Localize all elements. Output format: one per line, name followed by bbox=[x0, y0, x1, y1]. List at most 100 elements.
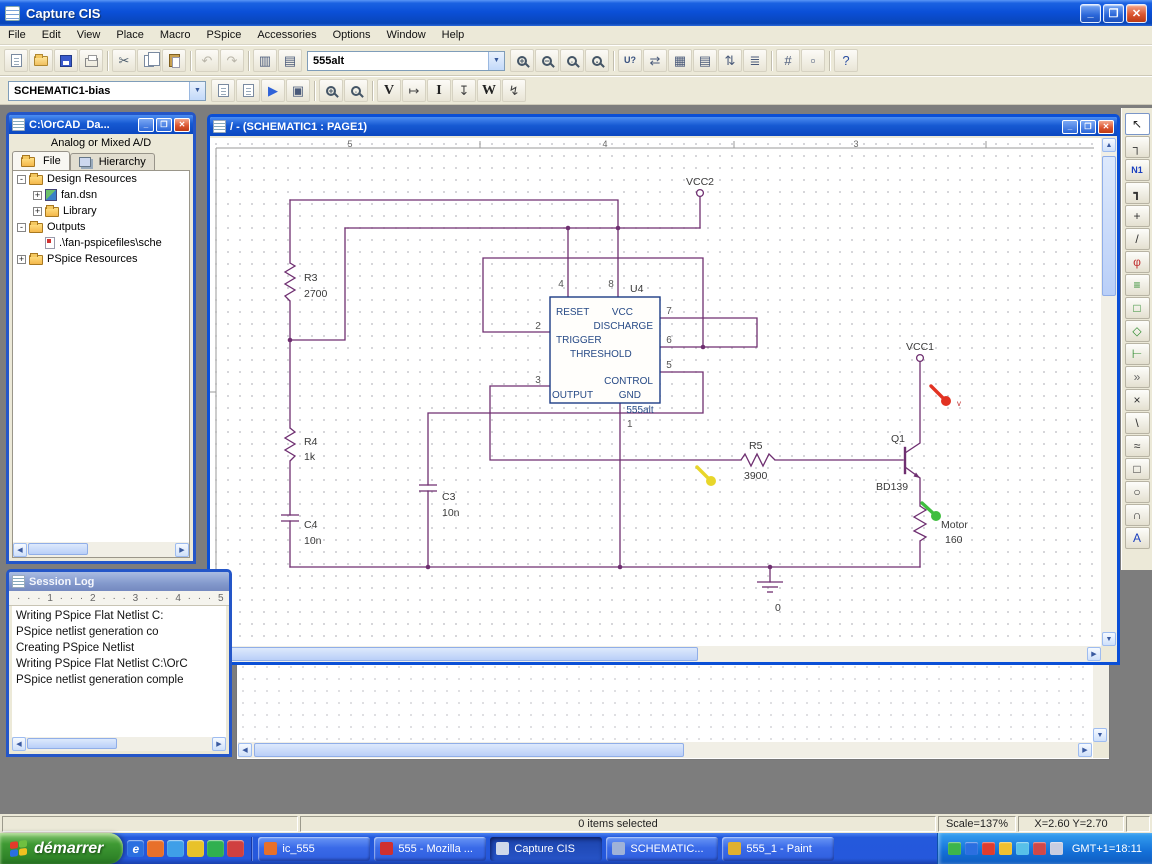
scroll-down-arrow[interactable]: ▼ bbox=[1093, 728, 1107, 742]
capacitor-c3[interactable] bbox=[419, 484, 437, 492]
menu-view[interactable]: View bbox=[69, 27, 109, 43]
redo-button[interactable]: ↷ bbox=[220, 49, 244, 72]
background-schematic-window[interactable]: ◀ ▶ ▼ bbox=[236, 660, 1110, 760]
new-simulation-profile-button[interactable] bbox=[211, 79, 235, 102]
power-dissipation-marker-button[interactable]: W bbox=[477, 79, 501, 102]
place-polyline-tool[interactable]: ≈ bbox=[1124, 435, 1150, 457]
design-rule-check-button[interactable]: ▦ bbox=[668, 49, 692, 72]
tray-icon[interactable] bbox=[964, 842, 978, 855]
zoom-in-button[interactable] bbox=[510, 49, 534, 72]
media-player-icon[interactable] bbox=[207, 840, 225, 857]
firefox-icon[interactable] bbox=[147, 840, 165, 857]
minimize-button[interactable]: _ bbox=[1080, 3, 1101, 23]
desktop-icon[interactable] bbox=[167, 840, 185, 857]
select-tool[interactable]: ↖ bbox=[1124, 113, 1150, 135]
schematic-vscrollbar[interactable]: ▲ ▼ bbox=[1101, 138, 1117, 646]
tree-expander[interactable]: + bbox=[33, 190, 42, 200]
scroll-right-arrow[interactable]: ▶ bbox=[175, 542, 189, 557]
menu-options[interactable]: Options bbox=[325, 27, 379, 43]
menu-place[interactable]: Place bbox=[108, 27, 152, 43]
vcc1-symbol[interactable] bbox=[915, 353, 925, 363]
scroll-left-arrow[interactable]: ◀ bbox=[238, 743, 252, 757]
green-voltage-probe[interactable] bbox=[920, 501, 941, 521]
scroll-left-arrow[interactable]: ◀ bbox=[13, 542, 27, 557]
scroll-right-arrow[interactable]: ▶ bbox=[1087, 647, 1101, 661]
tree-item[interactable]: - Outputs bbox=[13, 219, 189, 235]
place-net-alias-tool[interactable]: N1 bbox=[1124, 159, 1150, 181]
view-output-file-button[interactable] bbox=[344, 79, 368, 102]
save-document-button[interactable] bbox=[54, 49, 78, 72]
voltage-level-marker-button[interactable]: V bbox=[377, 79, 401, 102]
scroll-left-arrow[interactable]: ◀ bbox=[12, 737, 26, 751]
scrollbar-thumb[interactable] bbox=[28, 543, 88, 555]
resistor-r4[interactable] bbox=[283, 427, 297, 462]
child-maximize-button[interactable]: ❐ bbox=[156, 117, 172, 132]
place-bus-tool[interactable]: ┓ bbox=[1124, 182, 1150, 204]
tray-icon[interactable] bbox=[998, 842, 1012, 855]
tree-item[interactable]: + Library bbox=[13, 203, 189, 219]
email-icon[interactable] bbox=[187, 840, 205, 857]
tray-icon[interactable] bbox=[1049, 842, 1063, 855]
current-into-pin-marker-button[interactable]: ↧ bbox=[452, 79, 476, 102]
place-power-tool[interactable]: φ bbox=[1124, 251, 1150, 273]
taskbar-clock[interactable]: GMT+1=18:11 bbox=[1072, 843, 1142, 855]
project-manager-button[interactable]: ▫ bbox=[801, 49, 825, 72]
print-button[interactable] bbox=[79, 49, 103, 72]
close-button[interactable]: ✕ bbox=[1126, 3, 1147, 23]
strip-vscrollbar[interactable]: ▼ bbox=[1093, 661, 1109, 742]
current-marker-button[interactable]: I bbox=[427, 79, 451, 102]
schematic-window-titlebar[interactable]: / - (SCHEMATIC1 : PAGE1) _ ❐ ✕ bbox=[210, 117, 1117, 136]
simulation-profile-combo[interactable]: SCHEMATIC1-bias ▼ bbox=[8, 80, 206, 101]
scroll-down-arrow[interactable]: ▼ bbox=[1102, 632, 1116, 646]
place-ground-tool[interactable]: ≡ bbox=[1124, 274, 1150, 296]
zoom-area-button[interactable] bbox=[560, 49, 584, 72]
tree-item[interactable]: + fan.dsn bbox=[13, 187, 189, 203]
tree-item[interactable]: .\fan-pspicefiles\sche bbox=[13, 235, 189, 251]
place-text-tool[interactable]: A bbox=[1124, 527, 1150, 549]
task-button[interactable]: SCHEMATIC... bbox=[606, 836, 719, 861]
power-marker-button[interactable]: ↯ bbox=[502, 79, 526, 102]
task-button[interactable]: Capture CIS bbox=[490, 836, 603, 861]
task-button[interactable]: 555 - Mozilla ... bbox=[374, 836, 487, 861]
resistor-r3[interactable] bbox=[283, 262, 297, 302]
probe-markers[interactable] bbox=[695, 384, 951, 521]
session-log-titlebar[interactable]: Session Log bbox=[9, 572, 229, 591]
snap-to-grid-button[interactable]: # bbox=[776, 49, 800, 72]
messenger-icon[interactable] bbox=[227, 840, 245, 857]
child-restore-button[interactable]: ❐ bbox=[1080, 119, 1096, 134]
combo-dropdown-arrow[interactable]: ▼ bbox=[189, 81, 205, 100]
project-window-titlebar[interactable]: C:\OrCAD_Da... _ ❐ ✕ bbox=[9, 115, 193, 134]
menu-pspice[interactable]: PSpice bbox=[198, 27, 249, 43]
restore-button[interactable]: ❐ bbox=[1103, 3, 1124, 23]
place-arc-tool[interactable]: ∩ bbox=[1124, 504, 1150, 526]
ground-symbol[interactable] bbox=[757, 581, 783, 593]
paste-button[interactable] bbox=[162, 49, 186, 72]
place-hierarchical-block-tool[interactable]: □ bbox=[1124, 297, 1150, 319]
scroll-right-arrow[interactable]: ▶ bbox=[212, 737, 226, 751]
copy-button[interactable] bbox=[137, 49, 161, 72]
place-rectangle-tool[interactable]: □ bbox=[1124, 458, 1150, 480]
scrollbar-thumb[interactable] bbox=[27, 738, 117, 749]
tree-item[interactable]: - Design Resources bbox=[13, 171, 189, 187]
place-line-tool[interactable]: \ bbox=[1124, 412, 1150, 434]
child-close-button[interactable]: ✕ bbox=[1098, 119, 1114, 134]
tree-expander[interactable]: + bbox=[17, 254, 26, 264]
transistor-q1[interactable] bbox=[903, 446, 920, 478]
scroll-right-arrow[interactable]: ▶ bbox=[1078, 743, 1092, 757]
tray-icon[interactable] bbox=[1015, 842, 1029, 855]
view-simulation-results-button[interactable]: ▣ bbox=[286, 79, 310, 102]
place-ellipse-tool[interactable]: ○ bbox=[1124, 481, 1150, 503]
place-wire-tool[interactable]: ┐ bbox=[1124, 136, 1150, 158]
bill-of-materials-button[interactable]: ≣ bbox=[743, 49, 767, 72]
tray-icon[interactable] bbox=[981, 842, 995, 855]
scrollbar-thumb[interactable] bbox=[228, 647, 698, 661]
cut-button[interactable]: ✂ bbox=[112, 49, 136, 72]
tab-hierarchy[interactable]: Hierarchy bbox=[69, 153, 155, 170]
annotate-button[interactable]: U? bbox=[618, 49, 642, 72]
red-voltage-probe[interactable] bbox=[929, 384, 951, 406]
internet-explorer-icon[interactable]: e bbox=[127, 840, 145, 857]
back-annotate-button[interactable]: ⇄ bbox=[643, 49, 667, 72]
schematic-hscrollbar[interactable]: ◀ ▶ bbox=[210, 646, 1101, 662]
cross-reference-button[interactable]: ⇅ bbox=[718, 49, 742, 72]
combo-dropdown-arrow[interactable]: ▼ bbox=[488, 51, 504, 70]
